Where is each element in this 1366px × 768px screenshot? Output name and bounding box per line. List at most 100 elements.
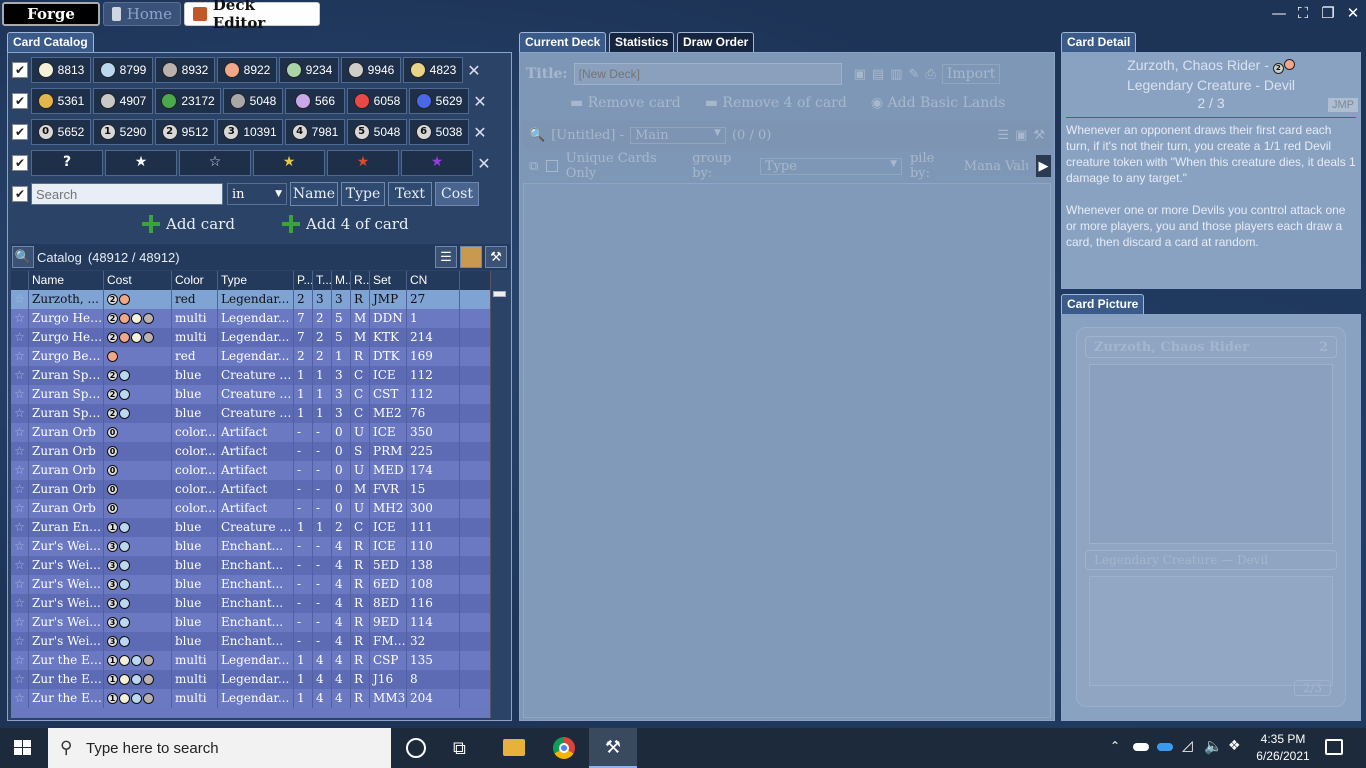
table-row[interactable]: ☆ Zur the En... 1 multi Legendar... 1 4 4 R CSP 13…	[11, 651, 508, 670]
filter-row-checkbox[interactable]: ✔	[12, 93, 28, 109]
table-row[interactable]: ☆ Zurgo Hel... 2 multi Legendar... 7 2 5 M KTK 214	[11, 328, 508, 347]
favorite-star-icon[interactable]: ☆	[11, 613, 29, 632]
filter-button[interactable]: 4823	[403, 57, 463, 83]
tab-forge[interactable]: Forge	[2, 1, 100, 26]
favorite-star-icon[interactable]: ☆	[11, 480, 29, 499]
filter-button[interactable]: 8932	[155, 57, 215, 83]
filter-button[interactable]: ★	[327, 150, 399, 176]
close-icon[interactable]: ✕	[471, 92, 489, 111]
remove-card-button[interactable]: ▬ Remove card	[570, 95, 681, 111]
filter-button[interactable]: 0 5652	[31, 119, 91, 145]
column-header[interactable]: M...	[332, 271, 351, 290]
table-row[interactable]: ☆ Zuran Spe... 2 blue Creature -... 1 1 3 C ICE 11…	[11, 366, 508, 385]
filter-button[interactable]: ★	[253, 150, 325, 176]
chrome-icon[interactable]	[553, 737, 575, 759]
file-explorer-icon[interactable]	[503, 739, 525, 756]
import-button[interactable]: Import	[941, 64, 1001, 84]
print-icon[interactable]: ⎙	[925, 67, 935, 82]
open-icon[interactable]: ▤	[872, 67, 884, 82]
search-checkbox[interactable]: ✔	[12, 186, 28, 202]
network-icon[interactable]: ◿	[1182, 738, 1193, 754]
scroll-right-icon[interactable]: ▶	[1035, 155, 1052, 177]
magnifier-icon[interactable]: 🔍	[12, 246, 34, 268]
favorite-star-icon[interactable]: ☆	[11, 404, 29, 423]
notifications-icon[interactable]	[1325, 739, 1343, 755]
fullscreen-icon[interactable]: ⛶	[1290, 0, 1316, 26]
favorite-star-icon[interactable]: ☆	[11, 651, 29, 670]
table-row[interactable]: ☆ Zurzoth, ... 2 red Legendar... 2 3 3 R JMP 27	[11, 290, 508, 309]
table-row[interactable]: ☆ Zuran Orb 0 color... Artifact - -0 U MH2 300	[11, 499, 508, 518]
magnifier-icon[interactable]: 🔍	[529, 128, 545, 143]
favorite-star-icon[interactable]: ☆	[11, 366, 29, 385]
tab-deck-editor[interactable]: Deck Editor	[184, 0, 320, 32]
windows-start-icon[interactable]	[14, 740, 32, 756]
filter-button[interactable]: 9946	[341, 57, 401, 83]
filter-row-checkbox[interactable]: ✔	[12, 155, 28, 171]
card-detail-title[interactable]: Card Detail	[1061, 32, 1137, 52]
column-header[interactable]: R...	[351, 271, 370, 290]
filter-button[interactable]: 5 5048	[347, 119, 407, 145]
add-four-button[interactable]: Add 4 of card	[282, 215, 409, 233]
filter-button[interactable]: 1 5290	[93, 119, 153, 145]
filter-button[interactable]: ★	[105, 150, 177, 176]
clock[interactable]: 4:35 PM 6/26/2021	[1254, 731, 1312, 765]
filter-button[interactable]: ★	[401, 150, 473, 176]
favorite-star-icon[interactable]: ☆	[11, 537, 29, 556]
favorite-star-icon[interactable]: ☆	[11, 689, 29, 708]
filter-button[interactable]: 566	[285, 88, 345, 114]
table-row[interactable]: ☆ Zuran Spe... 2 blue Creature -... 1 1 3 C CST 11…	[11, 385, 508, 404]
favorite-star-icon[interactable]: ☆	[11, 575, 29, 594]
deck-title-input[interactable]	[573, 63, 842, 85]
filter-button[interactable]: 5629	[409, 88, 469, 114]
table-row[interactable]: ☆ Zuran Orb 0 color... Artifact - -0 M FVR 15	[11, 480, 508, 499]
table-row[interactable]: ☆ Zuran Orb 0 color... Artifact - -0 S PRM 225	[11, 442, 508, 461]
remove-four-button[interactable]: ▬ Remove 4 of card	[705, 95, 847, 111]
favorite-star-icon[interactable]: ☆	[11, 518, 29, 537]
search-type-button[interactable]: Type	[341, 182, 385, 206]
favorite-star-icon[interactable]: ☆	[11, 594, 29, 613]
unique-checkbox[interactable]	[546, 160, 558, 172]
column-header[interactable]: CN	[407, 271, 460, 290]
chevron-up-icon[interactable]: ⌃	[1110, 739, 1120, 753]
table-row[interactable]: ☆ Zurgo Hel... 2 multi Legendar... 7 2 5 M DDN 1	[11, 309, 508, 328]
favorite-star-icon[interactable]: ☆	[11, 670, 29, 689]
tab-draw-order[interactable]: Draw Order	[677, 32, 755, 52]
search-mode-select[interactable]: in ▼	[227, 183, 287, 205]
filter-button[interactable]: 6058	[347, 88, 407, 114]
table-row[interactable]: ☆ Zuran Orb 0 color... Artifact - -0 U MED 174	[11, 461, 508, 480]
filter-button[interactable]: 8799	[93, 57, 153, 83]
column-header[interactable]: Cost	[104, 271, 172, 290]
close-icon[interactable]: ✕	[475, 154, 493, 173]
favorite-star-icon[interactable]: ☆	[11, 461, 29, 480]
image-view-icon[interactable]	[460, 246, 482, 268]
filter-row-checkbox[interactable]: ✔	[12, 124, 28, 140]
filter-button[interactable]: 4907	[93, 88, 153, 114]
filter-button[interactable]: 8813	[31, 57, 91, 83]
filter-button[interactable]: 3 10391	[217, 119, 283, 145]
tools-icon[interactable]: ⚒	[485, 246, 507, 268]
dropbox-icon[interactable]: ❖	[1228, 738, 1241, 754]
minimize-icon[interactable]: —	[1266, 0, 1292, 26]
image-view-icon[interactable]: ▣	[1015, 128, 1027, 143]
favorite-star-icon[interactable]: ☆	[11, 309, 29, 328]
edit-icon[interactable]: ✎	[909, 67, 920, 82]
favorite-star-icon[interactable]: ☆	[11, 556, 29, 575]
table-row[interactable]: ☆ Zur the En... 1 multi Legendar... 1 4 4 R MM3 20…	[11, 689, 508, 708]
add-card-button[interactable]: Add card	[142, 215, 235, 233]
restore-icon[interactable]: ❐	[1315, 0, 1341, 26]
tools-icon[interactable]: ⚒	[1033, 128, 1045, 143]
card-catalog-title[interactable]: Card Catalog	[7, 32, 94, 52]
search-text-button[interactable]: Text	[388, 182, 432, 206]
column-header[interactable]: T...	[313, 271, 332, 290]
card-picture-title[interactable]: Card Picture	[1061, 294, 1145, 314]
table-row[interactable]: ☆ Zur's Wei... 3 blue Enchant... - -4 R ICE 110	[11, 537, 508, 556]
filter-button[interactable]: 6 5038	[409, 119, 469, 145]
copy-icon[interactable]: ⧉	[529, 159, 538, 174]
tab-current-deck[interactable]: Current Deck	[519, 32, 607, 52]
table-row[interactable]: ☆ Zur's Wei... 3 blue Enchant... - -4 R 8ED 116	[11, 594, 508, 613]
search-cost-button[interactable]: Cost	[435, 182, 479, 206]
add-basic-lands-button[interactable]: ◉ Add Basic Lands	[871, 95, 1006, 111]
filter-button[interactable]: ?	[31, 150, 103, 176]
filter-button[interactable]: 5048	[223, 88, 283, 114]
table-row[interactable]: ☆ Zuran Spe... 2 blue Creature -... 1 1 3 C ME2 76	[11, 404, 508, 423]
